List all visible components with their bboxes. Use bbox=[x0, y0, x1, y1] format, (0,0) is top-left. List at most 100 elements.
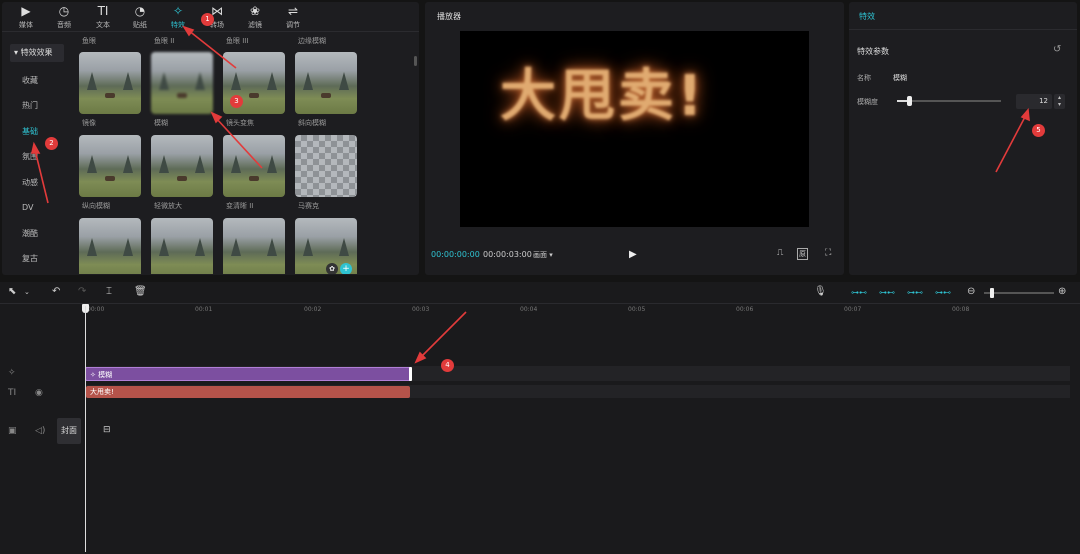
zoom-slider[interactable] bbox=[984, 288, 1054, 298]
redo-icon[interactable]: ↷ bbox=[78, 286, 86, 297]
ratio-label: 画面 bbox=[533, 251, 547, 259]
category-header-label: 特效效果 bbox=[20, 48, 53, 57]
adjust-icon: ⇌ bbox=[287, 4, 299, 18]
effect-thumb-blur[interactable] bbox=[151, 52, 213, 114]
tick-label: 00:04 bbox=[520, 306, 538, 313]
effect-thumb[interactable] bbox=[223, 218, 285, 274]
magnet-icon[interactable]: ⊶⊷ bbox=[879, 288, 895, 297]
effect-thumb-vertical-blur[interactable] bbox=[79, 135, 141, 197]
microphone-icon[interactable]: 🎙 bbox=[814, 286, 827, 297]
ratio-select[interactable]: 画面 ▾ bbox=[533, 250, 553, 260]
select-tool-icon[interactable]: ⬉ bbox=[8, 286, 16, 297]
video-preview[interactable]: 大甩卖! bbox=[460, 31, 809, 227]
category-trendy[interactable]: 潮酷 bbox=[10, 225, 64, 243]
category-header[interactable]: ▾ 特效效果 bbox=[10, 44, 64, 62]
clip-trim-handle[interactable] bbox=[409, 367, 412, 381]
eye-icon[interactable]: ◉ bbox=[35, 388, 43, 398]
delete-icon[interactable]: 🗑 bbox=[134, 286, 147, 297]
effect-thumb[interactable] bbox=[79, 218, 141, 274]
tool-effects[interactable]: ✧ 特效 bbox=[162, 4, 194, 32]
annotation-marker: 3 bbox=[230, 95, 243, 108]
effect-thumb-slight-zoom[interactable] bbox=[151, 135, 213, 197]
effect-clip-name: 模糊 bbox=[98, 371, 113, 379]
slider-knob[interactable] bbox=[907, 96, 913, 106]
category-retro[interactable]: 复古 bbox=[10, 250, 64, 268]
undo-icon[interactable]: ↶ bbox=[52, 286, 60, 297]
waveform-icon[interactable]: ⎍ bbox=[777, 248, 783, 258]
player-panel: 播放器 大甩卖! 00:00:00:00 00:00:03:00 画面 ▾ ▶ … bbox=[425, 2, 844, 275]
tool-filter[interactable]: ❀ 滤镜 bbox=[239, 4, 271, 32]
tool-label: 滤镜 bbox=[248, 21, 262, 29]
text-clip-label: 大甩卖! bbox=[90, 388, 114, 396]
effect-thumb[interactable]: ✿ + bbox=[295, 218, 357, 274]
zoom-out-icon[interactable]: ⊖ bbox=[967, 286, 975, 297]
value-stepper[interactable]: ▴ ▾ bbox=[1054, 94, 1065, 109]
filter-icon: ❀ bbox=[249, 4, 261, 18]
effect-label: 边缘模糊 bbox=[298, 37, 326, 45]
effect-thumb-mosaic[interactable] bbox=[295, 135, 357, 197]
blur-slider[interactable] bbox=[897, 96, 1001, 106]
effect-clip[interactable]: ✧ 模糊 bbox=[85, 367, 412, 381]
zoom-knob[interactable] bbox=[990, 288, 994, 298]
effect-thumb[interactable] bbox=[151, 218, 213, 274]
effects-icon: ✧ bbox=[172, 4, 184, 18]
tick-label: 00:05 bbox=[628, 306, 646, 313]
preview-axis-icon[interactable]: ⊶⊷ bbox=[935, 288, 951, 297]
time-ruler[interactable]: 00:00 00:01 00:02 00:03 00:04 00:05 00:0… bbox=[0, 304, 1080, 318]
tool-audio[interactable]: ◷ 音频 bbox=[48, 4, 80, 32]
tool-label: 文本 bbox=[96, 21, 110, 29]
reset-icon[interactable]: ↺ bbox=[1053, 44, 1061, 55]
annotation-marker: 5 bbox=[1032, 124, 1045, 137]
tool-label: 调节 bbox=[286, 21, 300, 29]
playhead[interactable] bbox=[85, 306, 86, 552]
annotation-marker: 2 bbox=[45, 137, 58, 150]
tab-effects[interactable]: 特效 bbox=[859, 11, 875, 22]
tick-label: 00:06 bbox=[736, 306, 754, 313]
annotation-marker: 4 bbox=[441, 359, 454, 372]
effect-label: 斜向模糊 bbox=[298, 119, 326, 127]
tool-adjust[interactable]: ⇌ 调节 bbox=[277, 4, 309, 32]
effect-label: 镜头变焦 bbox=[226, 119, 254, 127]
tick-label: 00:03 bbox=[412, 306, 430, 313]
effect-label: 模糊 bbox=[154, 119, 168, 127]
effect-thumb-mirror[interactable] bbox=[79, 52, 141, 114]
split-icon[interactable]: ⌶ bbox=[106, 286, 112, 297]
category-hot[interactable]: 热门 bbox=[10, 97, 64, 115]
tool-media[interactable]: ▶ 媒体 bbox=[10, 4, 42, 32]
favorite-icon[interactable]: ✿ bbox=[326, 263, 338, 274]
effect-label: 鱼眼 bbox=[82, 37, 96, 45]
effect-thumb-sharpen[interactable] bbox=[223, 135, 285, 197]
effect-label: 轻微放大 bbox=[154, 202, 182, 210]
grid-scrollbar[interactable] bbox=[414, 56, 417, 66]
text-track-icon: TI bbox=[8, 388, 17, 398]
zoom-in-icon[interactable]: ⊕ bbox=[1058, 286, 1066, 297]
blur-value-input[interactable]: 12 bbox=[1016, 94, 1052, 109]
mute-icon[interactable]: ◁) bbox=[35, 426, 45, 436]
play-icon[interactable]: ▶ bbox=[629, 249, 637, 260]
name-value: 模糊 bbox=[893, 74, 907, 82]
original-ratio-icon[interactable]: 原 bbox=[797, 248, 808, 260]
category-atmosphere[interactable]: 氛围 bbox=[10, 148, 64, 166]
tool-sticker[interactable]: ◔ 贴纸 bbox=[124, 4, 156, 32]
text-icon: TI bbox=[97, 4, 109, 18]
preview-text: 大甩卖! bbox=[500, 64, 706, 129]
category-favorites[interactable]: 收藏 bbox=[10, 72, 64, 90]
link-icon[interactable]: ⊶⊷ bbox=[851, 288, 867, 297]
snap-icon[interactable]: ⊶⊷ bbox=[907, 288, 923, 297]
effect-thumb-diagonal-blur[interactable] bbox=[295, 52, 357, 114]
tick-label: 00:07 bbox=[844, 306, 862, 313]
effects-grid: 鱼眼 鱼眼 II 鱼眼 III 边缘模糊 镜像 模糊 镜头变焦 斜向模糊 纵向模… bbox=[76, 34, 412, 274]
tool-text[interactable]: TI 文本 bbox=[87, 4, 119, 32]
text-clip[interactable]: 大甩卖! bbox=[86, 386, 410, 398]
cover-button[interactable]: 封面 bbox=[57, 418, 81, 444]
divider bbox=[849, 29, 1077, 30]
chevron-down-icon[interactable]: ⌄ bbox=[24, 288, 30, 296]
tick-label: 00:01 bbox=[195, 306, 213, 313]
fullscreen-icon[interactable]: ⛶ bbox=[825, 248, 831, 258]
effect-label: 纵向模糊 bbox=[82, 202, 110, 210]
category-dynamic[interactable]: 动感 bbox=[10, 174, 64, 192]
category-dv[interactable]: DV bbox=[10, 199, 64, 217]
current-time: 00:00:00:00 bbox=[431, 250, 480, 259]
add-icon[interactable]: + bbox=[340, 263, 352, 274]
tick-label: 00:08 bbox=[952, 306, 970, 313]
